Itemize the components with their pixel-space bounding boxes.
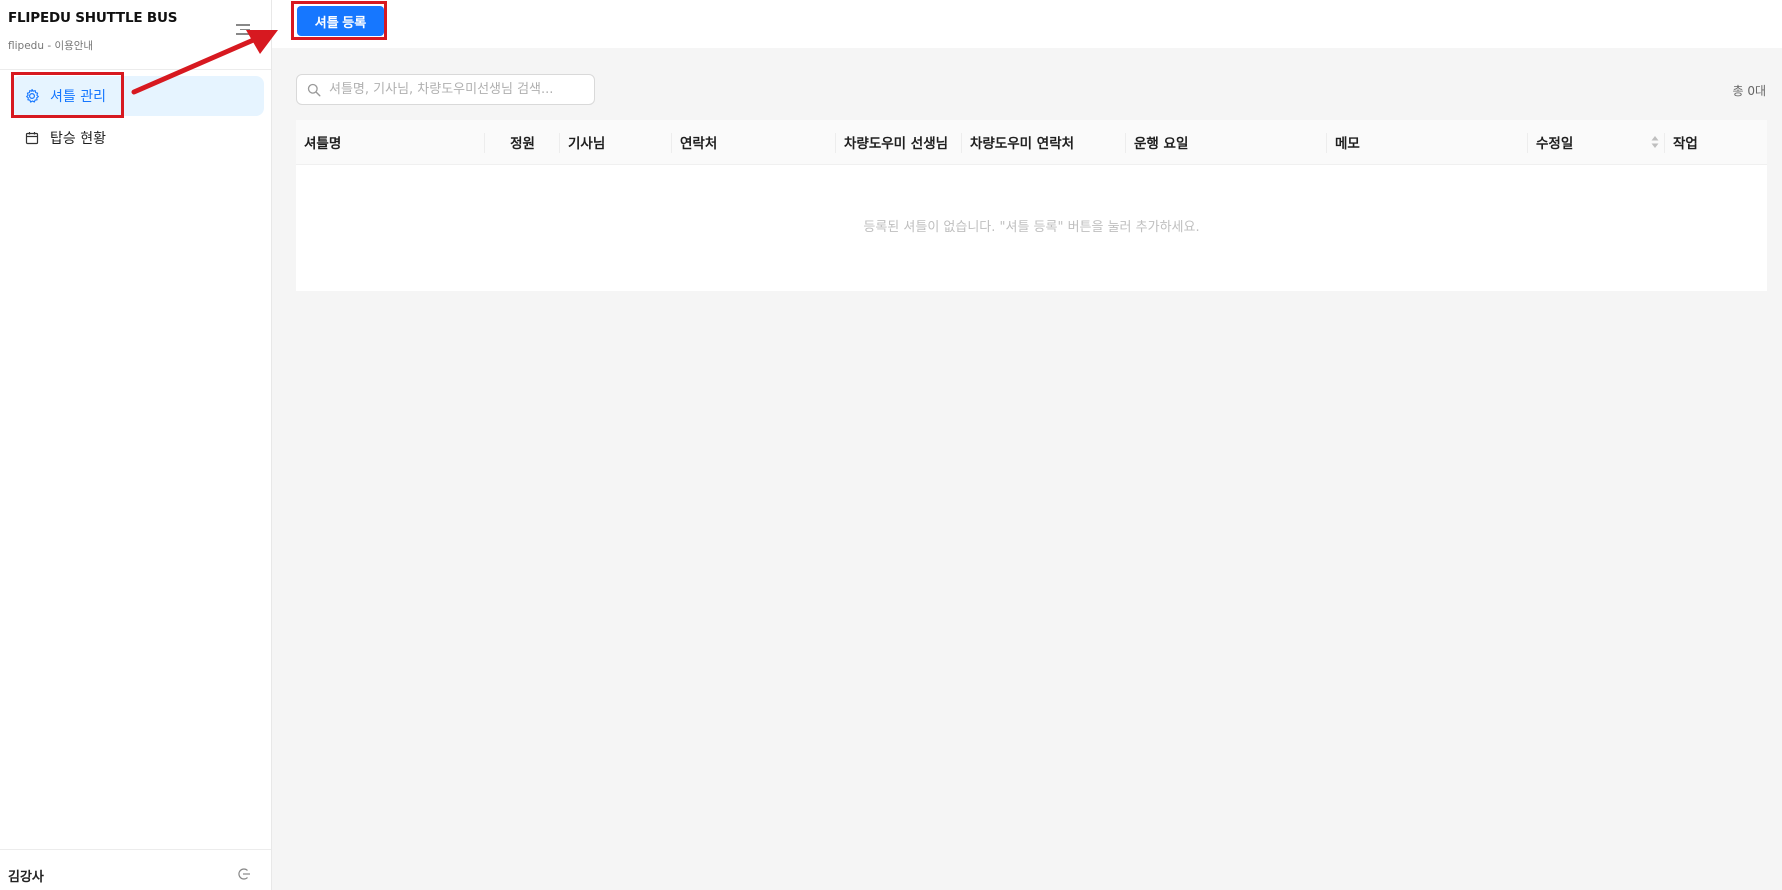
top-bar <box>272 0 1782 48</box>
table-header: 셔틀명 정원 기사님 연락처 차량도우미 선생님 차량도우미 연락처 운행 요일… <box>296 120 1767 165</box>
column-header: 메모 <box>1327 120 1528 164</box>
highlight-box <box>291 1 387 40</box>
app-title: FLIPEDU SHUTTLE BUS <box>8 10 178 26</box>
column-header: 정원 <box>485 120 560 164</box>
column-header: 연락처 <box>672 120 836 164</box>
sidebar-item-boarding-status[interactable]: 탑승 현황 <box>12 118 264 158</box>
empty-state-message: 등록된 셔틀이 없습니다. "셔틀 등록" 버튼을 눌러 추가하세요. <box>863 220 1200 235</box>
search-icon <box>307 83 321 97</box>
app-subtitle[interactable]: flipedu - 이용안내 <box>8 38 93 53</box>
annotation-arrow <box>131 30 278 95</box>
search-field[interactable] <box>327 81 581 98</box>
column-header: 차량도우미 선생님 <box>836 120 962 164</box>
shuttle-table: 셔틀명 정원 기사님 연락처 차량도우미 선생님 차량도우미 연락처 운행 요일… <box>296 120 1767 291</box>
user-name: 김강사 <box>8 870 44 885</box>
total-count: 총 0대 <box>1732 84 1766 98</box>
column-header: 운행 요일 <box>1126 120 1327 164</box>
column-header: 차량도우미 연락처 <box>962 120 1126 164</box>
sidebar-item-label: 탑승 현황 <box>50 131 106 147</box>
calendar-icon <box>24 130 40 146</box>
highlight-box <box>11 72 124 118</box>
sort-icon[interactable] <box>1651 135 1659 149</box>
logout-icon[interactable] <box>236 866 252 882</box>
column-header: 셔틀명 <box>296 120 485 164</box>
column-header: 작업 <box>1673 136 1698 152</box>
column-header-sortable[interactable]: 수정일 <box>1528 120 1665 164</box>
search-input[interactable] <box>296 74 595 105</box>
divider <box>0 849 271 850</box>
sidebar: FLIPEDU SHUTTLE BUS flipedu - 이용안내 셔틀 관리… <box>0 0 272 890</box>
column-header: 기사님 <box>560 120 672 164</box>
